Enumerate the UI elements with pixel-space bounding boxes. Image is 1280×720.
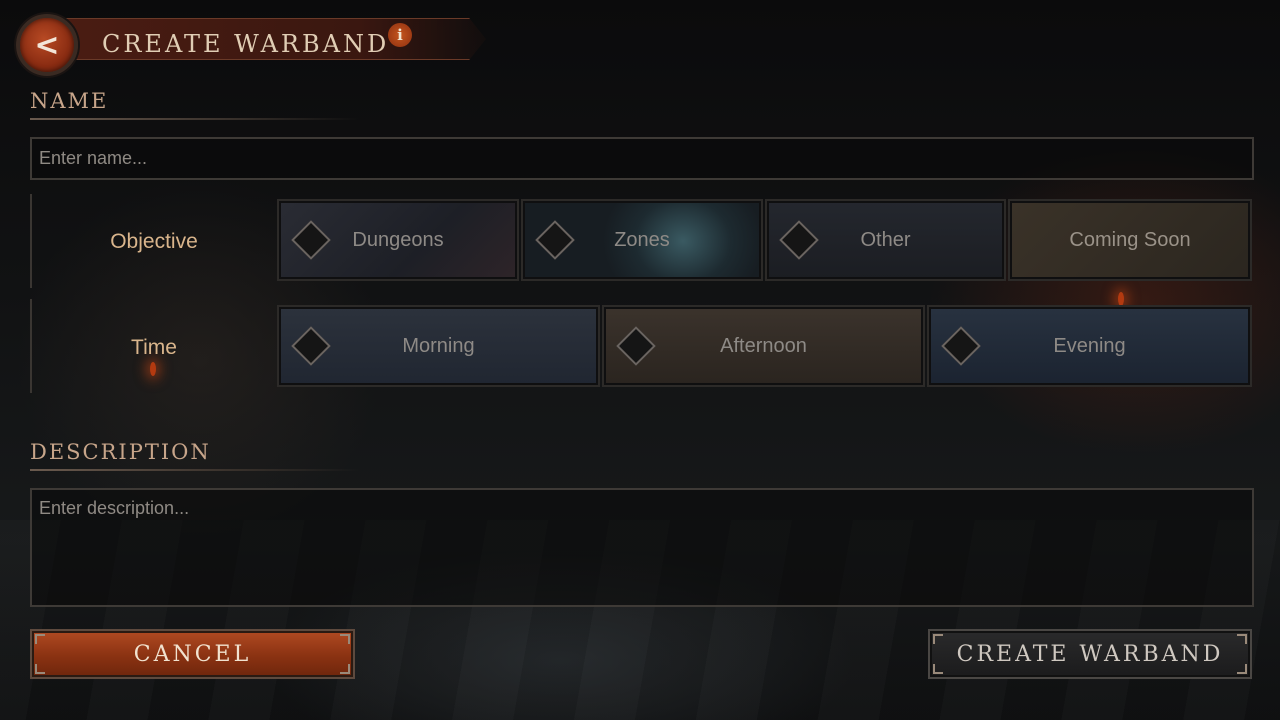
description-label-divider [30, 469, 360, 471]
frame-corner [340, 634, 350, 644]
back-button[interactable]: < [16, 14, 78, 76]
cancel-button-label: CANCEL [133, 641, 252, 667]
header-bar: < CREATE WARBAND i [10, 10, 500, 76]
objective-option-coming-soon: Coming Soon [1008, 199, 1252, 281]
description-label: DESCRIPTION [30, 440, 211, 464]
option-label: Coming Soon [1069, 228, 1191, 251]
option-label: Dungeons [352, 228, 444, 251]
objective-option-dungeons[interactable]: Dungeons [277, 199, 519, 281]
diamond-icon [616, 326, 656, 366]
option-label: Afternoon [720, 334, 807, 357]
objective-option-other[interactable]: Other [765, 199, 1006, 281]
diamond-icon [779, 220, 819, 260]
time-option-evening[interactable]: Evening [927, 305, 1252, 387]
create-warband-button-label: CREATE WARBAND [956, 641, 1224, 667]
diamond-icon [291, 326, 331, 366]
frame-corner [35, 634, 45, 644]
frame-corner [933, 664, 943, 674]
info-glyph: i [397, 26, 403, 44]
diamond-icon [535, 220, 575, 260]
option-label: Evening [1053, 334, 1126, 357]
page-title: CREATE WARBAND [102, 30, 390, 58]
create-warband-button[interactable]: CREATE WARBAND [928, 629, 1252, 679]
cancel-button[interactable]: CANCEL [30, 629, 355, 679]
frame-corner [933, 634, 943, 644]
frame-corner [1237, 634, 1247, 644]
objective-option-zones[interactable]: Zones [521, 199, 763, 281]
frame-corner [35, 664, 45, 674]
name-label-divider [30, 118, 360, 120]
time-label: Time [131, 336, 177, 359]
objective-label: Objective [110, 230, 198, 253]
chevron-left-icon: < [34, 27, 60, 63]
time-option-afternoon[interactable]: Afternoon [602, 305, 925, 387]
info-icon[interactable]: i [388, 23, 412, 47]
frame-corner [340, 664, 350, 674]
name-input[interactable] [30, 137, 1254, 180]
option-label: Morning [402, 334, 475, 357]
diamond-icon [941, 326, 981, 366]
diamond-icon [291, 220, 331, 260]
option-label: Zones [614, 228, 670, 251]
option-label: Other [860, 228, 911, 251]
name-label: NAME [30, 89, 109, 113]
time-option-morning[interactable]: Morning [277, 305, 600, 387]
description-input[interactable] [30, 488, 1254, 607]
frame-corner [1237, 664, 1247, 674]
